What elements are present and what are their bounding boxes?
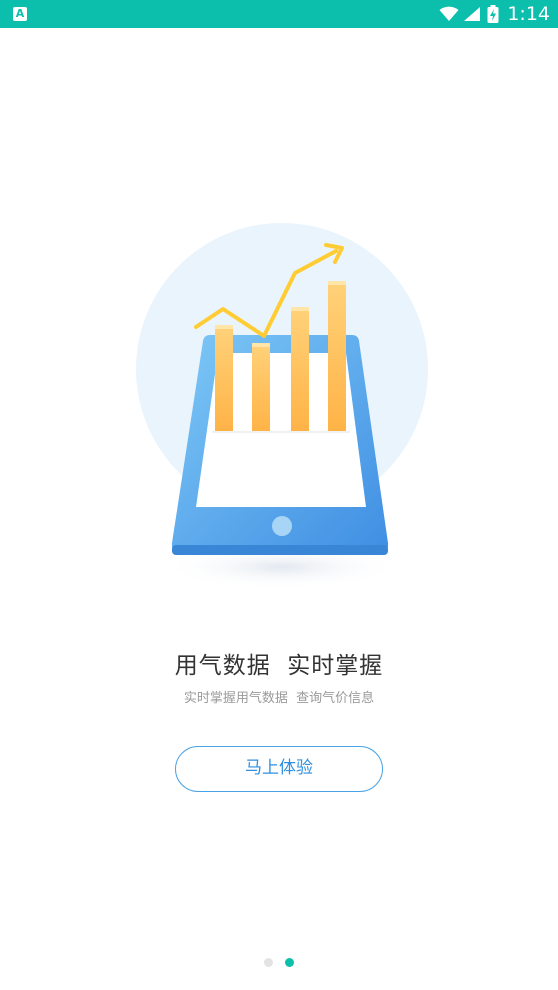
tablet-home-button <box>272 516 292 536</box>
chart-bar-1 <box>215 325 233 431</box>
wifi-icon <box>439 6 459 21</box>
tablet-chart-illustration <box>136 223 428 589</box>
battery-charging-icon <box>487 5 499 23</box>
cell-signal-icon <box>464 7 481 21</box>
page-dot-1[interactable] <box>264 958 273 967</box>
chart-bar-3 <box>291 307 309 431</box>
app-notification-icon: A <box>13 7 27 21</box>
onboarding-subtitle: 实时掌握用气数据 查询气价信息 <box>183 691 375 706</box>
onboarding-headline: 用气数据 实时掌握 <box>174 653 384 679</box>
clock: 1:14 <box>507 3 550 25</box>
page-dot-2-active[interactable] <box>285 958 294 967</box>
chart-bar-4 <box>328 281 346 431</box>
chart-baseline <box>212 431 350 433</box>
page-indicator <box>0 958 558 967</box>
tablet-bottom-edge <box>172 545 388 555</box>
onboarding-screen: A 1:14 用气数据 实时掌握 实时掌握用气数据 查询气价信息 马上体验 <box>0 0 558 990</box>
try-now-button[interactable]: 马上体验 <box>175 746 383 792</box>
status-bar: A 1:14 <box>0 0 558 28</box>
chart-bar-2 <box>252 343 270 431</box>
status-indicators: 1:14 <box>439 0 550 28</box>
